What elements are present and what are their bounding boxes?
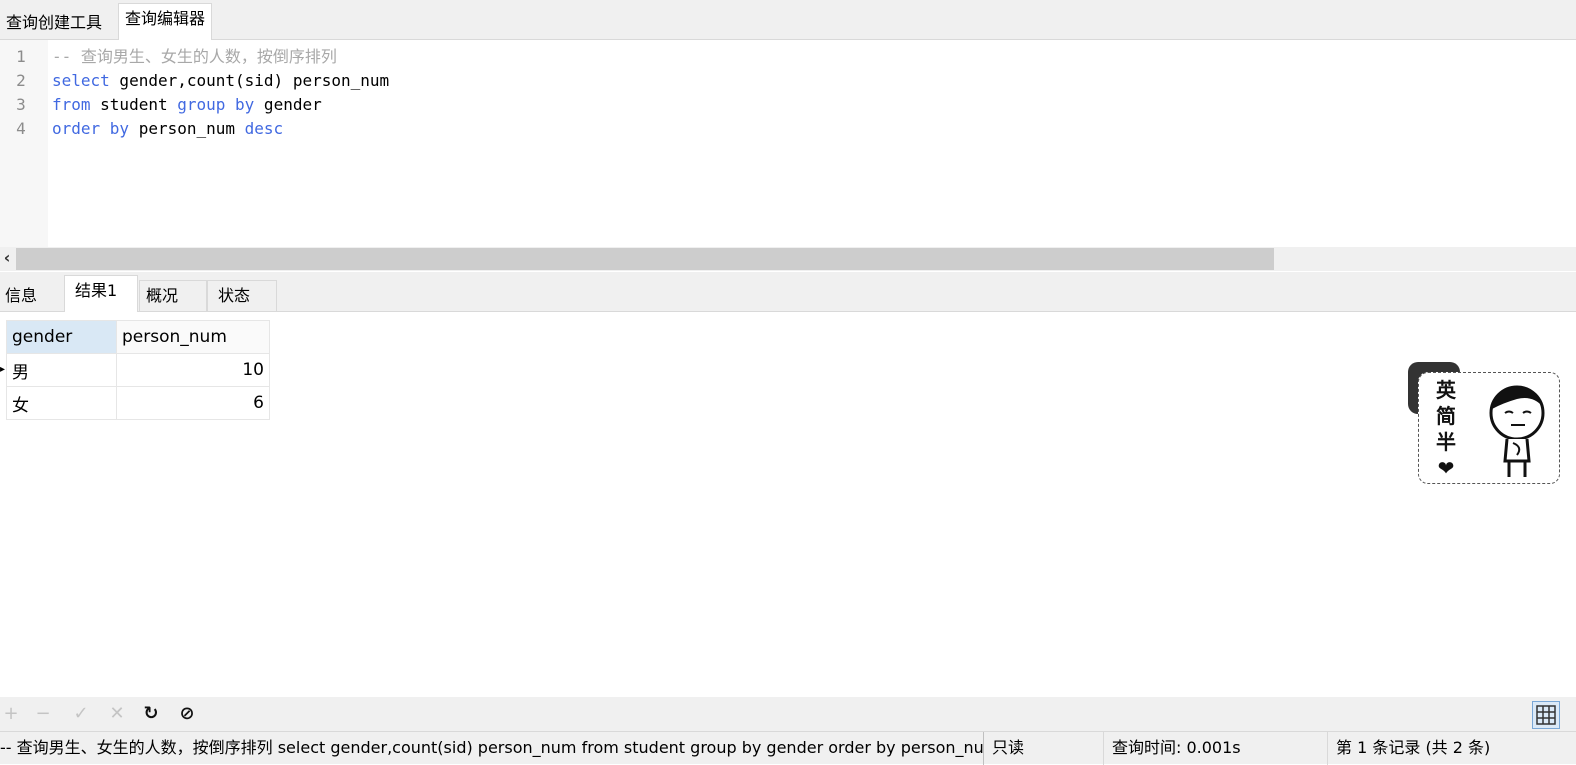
tab-query-editor[interactable]: 查询编辑器: [118, 3, 213, 40]
sticker-char: 半: [1436, 430, 1456, 454]
cell-gender[interactable]: 男: [6, 353, 117, 387]
code-line[interactable]: 1 -- 查询男生、女生的人数，按倒序排列: [0, 45, 337, 69]
code-text: select gender,count(sid) person_num: [52, 69, 389, 93]
tab-result1[interactable]: 结果1: [64, 275, 138, 312]
status-record-count: 第 1 条记录 (共 2 条): [1336, 738, 1491, 757]
status-query-time: 查询时间: 0.001s: [1104, 732, 1328, 765]
table-row[interactable]: 女 6: [6, 386, 270, 420]
code-text: from student group by gender: [52, 93, 322, 117]
cell-gender[interactable]: 女: [6, 386, 117, 420]
delete-record-icon[interactable]: −: [32, 701, 54, 727]
discard-changes-icon[interactable]: ✕: [106, 701, 128, 727]
sql-keyword: order by: [52, 119, 130, 138]
sql-keyword: select: [52, 71, 110, 90]
apply-changes-icon[interactable]: ✓: [70, 701, 92, 727]
refresh-icon[interactable]: ↻: [140, 701, 162, 727]
column-header-person-num[interactable]: person_num: [116, 320, 270, 354]
add-record-icon[interactable]: +: [0, 701, 22, 727]
sql-keyword: from: [52, 95, 91, 114]
code-line[interactable]: 4 order by person_num desc: [0, 117, 283, 141]
tab-info[interactable]: 信息: [0, 280, 64, 312]
sql-text: student: [90, 95, 178, 114]
cartoon-character-icon: [1489, 385, 1545, 477]
cell-person-num[interactable]: 6: [116, 386, 270, 420]
editor-horizontal-scrollbar[interactable]: ‹: [0, 247, 1576, 271]
table-row[interactable]: 男 10: [6, 353, 270, 387]
sql-keyword: desc: [244, 119, 284, 138]
code-line[interactable]: 2 select gender,count(sid) person_num: [0, 69, 389, 93]
code-text: -- 查询男生、女生的人数，按倒序排列: [52, 45, 337, 69]
grid-toolbar: + − ✓ ✕ ↻ ⊘: [0, 697, 1576, 731]
sql-text: gender: [254, 95, 322, 114]
sql-text: person_num: [129, 119, 245, 138]
sql-editor[interactable]: 1 -- 查询男生、女生的人数，按倒序排列 2 select gender,count…: [0, 40, 1576, 248]
tab-status[interactable]: 状态: [207, 280, 277, 312]
status-readonly: 只读: [986, 732, 1104, 765]
sticker-card: 英 简 半 ❤: [1418, 372, 1560, 484]
ime-sticker-widget[interactable]: 英 简 半 ❤: [1406, 362, 1564, 488]
sql-keyword: group by: [177, 95, 255, 114]
top-tab-bar: 查询创建工具 查询编辑器: [0, 0, 1576, 40]
line-number: 4: [16, 119, 26, 138]
status-sql-text: -- 查询男生、女生的人数，按倒序排列 select gender,count(…: [0, 732, 984, 765]
code-text: order by person_num desc: [52, 117, 283, 141]
line-number: 2: [16, 71, 26, 90]
sql-text: gender,count(sid) person_num: [109, 71, 390, 90]
result-tab-bar: 信息 结果1 概况 状态: [0, 272, 1576, 312]
cell-person-num[interactable]: 10: [116, 353, 270, 387]
sticker-text: 英 简 半 ❤: [1435, 377, 1457, 481]
status-bar: -- 查询男生、女生的人数，按倒序排列 select gender,count(…: [0, 731, 1576, 765]
sql-comment: -- 查询男生、女生的人数，按倒序排列: [52, 47, 337, 66]
sticker-char: 英: [1436, 378, 1456, 402]
grid-header-row: gender person_num: [6, 320, 270, 354]
heart-icon: ❤: [1437, 456, 1455, 480]
line-number: 3: [16, 95, 26, 114]
tab-profile[interactable]: 概况: [139, 280, 207, 312]
sticker-char: 简: [1436, 404, 1456, 428]
stop-icon[interactable]: ⊘: [176, 701, 198, 727]
column-header-gender[interactable]: gender: [6, 320, 117, 354]
code-line[interactable]: 3 from student group by gender: [0, 93, 322, 117]
result-grid[interactable]: gender person_num 男 10 女 6: [6, 320, 270, 420]
grid-view-icon[interactable]: [1532, 701, 1560, 729]
line-number: 1: [16, 47, 26, 66]
tab-query-builder[interactable]: 查询创建工具: [0, 8, 108, 42]
scrollbar-thumb[interactable]: [16, 248, 1274, 270]
scroll-left-icon[interactable]: ‹: [0, 247, 14, 271]
